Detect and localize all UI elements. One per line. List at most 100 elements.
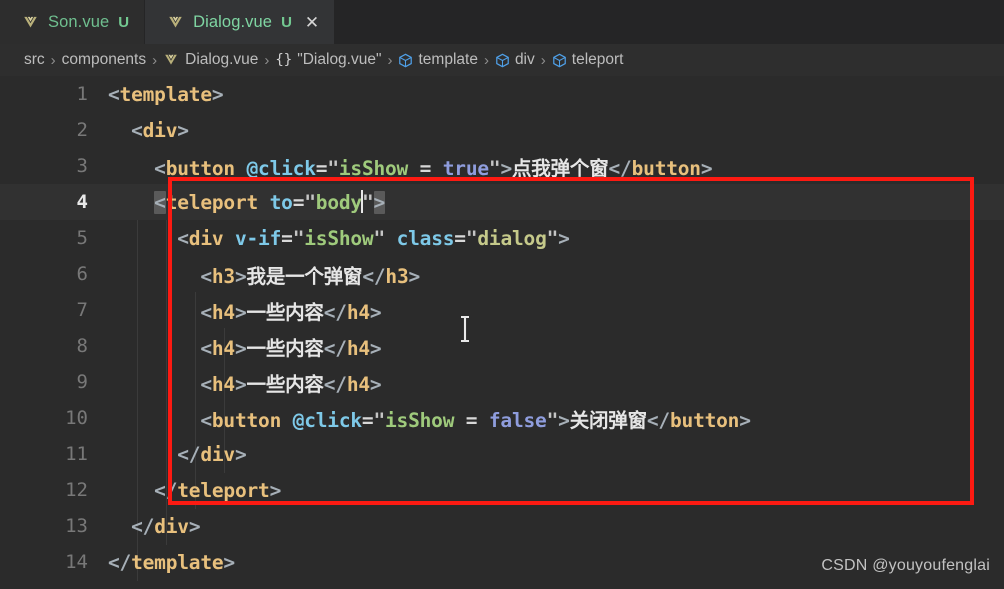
code-token: = <box>454 226 466 250</box>
code-token: true <box>442 156 489 180</box>
code-line[interactable]: 1 <template> <box>0 76 1004 112</box>
code-line[interactable]: 5 <div v-if="isShow" class="dialog"> <box>0 220 1004 256</box>
code-token: > <box>234 336 247 360</box>
code-text: <h4>一些内容</h4> <box>108 368 1004 397</box>
code-line[interactable]: 7 <h4>一些内容</h4> <box>0 292 1004 328</box>
code-token: class <box>396 226 455 250</box>
code-token: h3 <box>385 264 409 288</box>
code-line[interactable]: 15 <box>0 580 1004 589</box>
code-token-bracket-match: < <box>154 191 166 214</box>
code-token: </ <box>108 550 132 574</box>
line-number: 5 <box>76 227 88 249</box>
code-token: " <box>373 408 386 432</box>
line-number: 12 <box>65 479 88 501</box>
code-token: > <box>558 226 570 250</box>
code-token: = <box>292 191 305 214</box>
breadcrumb-separator: › <box>483 51 489 69</box>
code-line[interactable]: 3 <button @click="isShow = true">点我弹个窗</… <box>0 148 1004 184</box>
code-token: = <box>361 408 374 432</box>
code-token: " <box>327 156 339 180</box>
tab-dialog-vue[interactable]: Dialog.vue U ✕ <box>145 0 336 44</box>
code-text: <div> <box>108 119 1004 142</box>
code-line[interactable]: 13 </div> <box>0 508 1004 544</box>
code-line-active[interactable]: 4 <teleport to="body"> <box>0 184 1004 220</box>
code-token: </ <box>323 336 347 360</box>
code-text: <h3>我是一个弹窗</h3> <box>108 260 1004 289</box>
tab-git-status: U <box>281 13 292 31</box>
code-text: <h4>一些内容</h4> <box>108 296 1004 325</box>
code-text: </teleport> <box>108 479 1004 502</box>
breadcrumb-item-dialog-symbol[interactable]: {} "Dialog.vue" <box>275 51 381 69</box>
code-token: > <box>234 264 247 288</box>
watermark: CSDN @youyoufenglai <box>821 557 990 574</box>
breadcrumb-label: components <box>61 51 147 68</box>
code-token: < <box>200 372 212 396</box>
code-token: " <box>546 408 559 432</box>
code-token: > <box>500 156 512 180</box>
code-token: body <box>315 191 362 214</box>
vscode-window: Son.vue U Dialog.vue U ✕ src › component… <box>0 0 1004 589</box>
code-token: > <box>211 82 224 106</box>
code-token: 关闭弹窗 <box>569 408 647 432</box>
line-number: 4 <box>76 191 88 213</box>
code-token: </ <box>323 372 347 396</box>
breadcrumb-item-dialog-vue[interactable]: Dialog.vue <box>163 51 258 69</box>
breadcrumb-separator: › <box>50 51 56 69</box>
breadcrumb-item-div[interactable]: div <box>495 51 535 69</box>
breadcrumb-item-components[interactable]: components <box>62 51 146 69</box>
code-line[interactable]: 9 <h4>一些内容</h4> <box>0 364 1004 400</box>
code-token: " <box>361 191 374 214</box>
code-token: > <box>234 442 247 466</box>
code-text: <h4>一些内容</h4> <box>108 332 1004 361</box>
code-token: > <box>188 514 201 538</box>
line-number: 6 <box>76 263 88 285</box>
code-token: false <box>488 408 547 432</box>
code-line[interactable]: 12 </teleport> <box>0 472 1004 508</box>
code-token: button <box>165 156 235 180</box>
code-line[interactable]: 8 <h4>一些内容</h4> <box>0 328 1004 364</box>
code-token: </ <box>154 478 178 502</box>
breadcrumb-label: div <box>514 51 535 68</box>
code-token: teleport <box>165 191 259 214</box>
code-token: < <box>108 82 120 106</box>
symbol-cube-icon <box>398 53 413 68</box>
breadcrumb-separator: › <box>540 51 546 69</box>
code-token: > <box>269 478 282 502</box>
code-line[interactable]: 10 <button @click="isShow = false">关闭弹窗<… <box>0 400 1004 436</box>
code-text: </div> <box>108 443 1004 466</box>
code-text: <button @click="isShow = false">关闭弹窗</bu… <box>108 404 1004 433</box>
code-token: 我是一个弹窗 <box>246 264 363 288</box>
symbol-cube-icon <box>495 53 510 68</box>
code-token: button <box>211 408 282 432</box>
tab-son-vue[interactable]: Son.vue U <box>0 0 146 44</box>
code-text: <button @click="isShow = true">点我弹个窗</bu… <box>108 152 1004 181</box>
code-token: < <box>200 336 212 360</box>
code-token: h4 <box>211 300 235 324</box>
code-line[interactable]: 2 <div> <box>0 112 1004 148</box>
code-token: > <box>369 372 382 396</box>
code-line[interactable]: 6 <h3>我是一个弹窗</h3> <box>0 256 1004 292</box>
code-token: </ <box>362 264 386 288</box>
code-token: " <box>304 191 316 214</box>
breadcrumb: src › components › Dialog.vue › {} "Dial… <box>0 44 1004 76</box>
code-token: teleport <box>177 478 270 502</box>
breadcrumb-item-src[interactable]: src <box>24 51 45 69</box>
line-number: 14 <box>65 551 88 573</box>
code-token: > <box>234 300 247 324</box>
line-number: 7 <box>76 299 88 321</box>
breadcrumb-item-teleport[interactable]: teleport <box>552 51 623 69</box>
code-token: > <box>177 118 189 142</box>
code-token: > <box>558 408 570 432</box>
code-token-bracket-match: > <box>373 191 386 214</box>
code-token: </ <box>131 514 155 538</box>
code-editor[interactable]: 1 <template> 2 <div> 3 <button @click="i… <box>0 76 1004 589</box>
code-token: button <box>631 156 701 180</box>
breadcrumb-item-template[interactable]: template <box>398 51 478 69</box>
code-token: = <box>315 156 328 180</box>
code-token: > <box>369 336 382 360</box>
code-line[interactable]: 11 </div> <box>0 436 1004 472</box>
breadcrumb-label: src <box>24 51 45 68</box>
code-token: 一些内容 <box>246 372 324 396</box>
code-token: > <box>369 300 382 324</box>
close-icon[interactable]: ✕ <box>305 14 319 31</box>
